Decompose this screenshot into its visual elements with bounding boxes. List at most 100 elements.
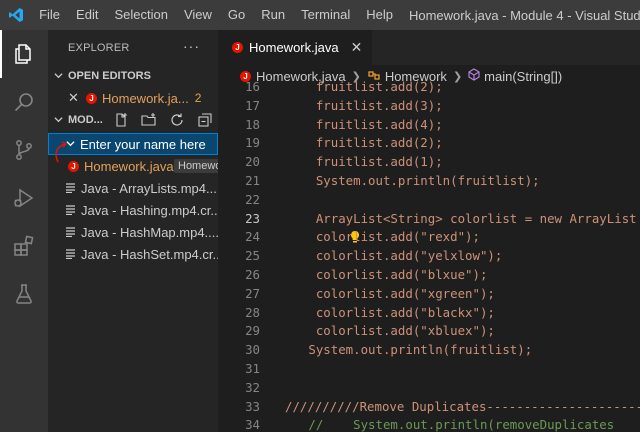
file-name: Java - Hashing.mp4.cr... [81,202,218,218]
menu-file[interactable]: File [31,0,68,30]
explorer-header: EXPLORER ··· [48,30,218,65]
code-line: 29 colorlist.add("xbluex"); [218,322,640,341]
line-number: 22 [245,191,260,207]
file-icon [66,225,75,240]
file-item-hashing[interactable]: Java - Hashing.mp4.cr... [48,199,218,221]
code-line: 21 System.out.println(fruitlist); [218,172,640,191]
testing-icon[interactable] [0,270,48,318]
extensions-icon[interactable] [0,222,48,270]
menu-run[interactable]: Run [253,0,293,30]
line-number: 28 [245,304,260,320]
run-debug-icon[interactable] [0,174,48,222]
open-editor-filename: Homework.ja... [102,90,189,106]
line-number: 16 [245,79,260,94]
file-name: Java - HashMap.mp4.... [81,224,218,240]
line-number: 31 [245,360,260,376]
menu-terminal[interactable]: Terminal [293,0,358,30]
code-line: 34 // System.out.println(removeDuplicate… [218,416,640,432]
open-editors-section-header[interactable]: OPEN EDITORS [48,65,218,87]
line-number: 34 [245,417,260,432]
code-line: 19 fruitlist.add(2); [218,134,640,153]
open-editor-item[interactable]: ✕ J Homework.ja... 2 [48,87,218,109]
tab-homework-java[interactable]: J Homework.java ✕ [218,30,373,65]
code-text: colorlist.add("yelxlow"); [286,248,503,264]
java-file-icon: J [232,42,243,53]
code-text: fruitlist.add(4); [286,116,443,132]
code-text: // System.out.println(removeDuplicates [286,417,615,432]
line-number: 20 [245,154,260,170]
code-text: System.out.println(fruitlist); [286,172,540,188]
refresh-icon[interactable] [168,112,186,128]
source-control-icon[interactable] [0,126,48,174]
open-editors-label: OPEN EDITORS [68,70,151,82]
explorer-icon[interactable] [0,30,48,78]
file-name: Java - ArrayLists.mp4.... [81,180,218,196]
line-number: 18 [245,116,260,132]
code-line: 17 fruitlist.add(3); [218,97,640,116]
menu-edit[interactable]: Edit [68,0,106,30]
code-line: 25 colorlist.add("yelxlow"); [218,247,640,266]
line-number: 26 [245,266,260,282]
line-number: 29 [245,323,260,339]
menu-view[interactable]: View [176,0,220,30]
problem-count-badge: 2 [194,91,202,105]
code-text: colorlist.add("xgreen"); [286,285,495,301]
file-name: Homework.java [84,158,174,174]
editor-tabs: J Homework.java ✕ [218,30,640,65]
module-section-header[interactable]: MOD... [48,109,218,131]
code-line: 20 fruitlist.add(1); [218,153,640,172]
file-icon [66,247,75,262]
code-text: fruitlist.add(3); [286,97,443,113]
chevron-down-icon [54,115,68,126]
code-text: colorlist.add("rexd"); [286,229,480,245]
code-editor[interactable]: 16 fruitlist.add(2); 17 fruitlist.add(3)… [218,79,640,432]
title-bar: File Edit Selection View Go Run Terminal… [0,0,640,30]
file-icon [66,203,75,218]
code-line: 33//////////Remove Duplicates-----------… [218,398,640,417]
menu-help[interactable]: Help [358,0,401,30]
code-text: //////////Remove Duplicates-------------… [285,398,640,414]
menu-go[interactable]: Go [220,0,253,30]
new-folder-icon[interactable] [140,112,158,128]
close-tab-icon[interactable]: ✕ [351,39,363,56]
collapse-all-icon[interactable] [196,112,214,128]
folder-name-input[interactable] [80,136,210,152]
vscode-logo-icon [0,0,31,30]
code-line: 32 [218,379,640,398]
code-text: colorlist.add("xbluex"); [286,323,495,339]
module-label: MOD... [68,114,103,126]
code-line: 16 fruitlist.add(2); [218,78,640,97]
explorer-title: EXPLORER [68,41,130,54]
menu-selection[interactable]: Selection [106,0,175,30]
code-line: 26 colorlist.add("blxue"); [218,266,640,285]
file-item-hashmap[interactable]: Java - HashMap.mp4.... [48,221,218,243]
file-item-hashset[interactable]: Java - HashSet.mp4.cr... [48,243,218,265]
line-number: 27 [245,285,260,301]
code-line: 22 [218,191,640,210]
code-line: 30 System.out.println(fruitlist); [218,341,640,360]
code-text: System.out.println(fruitlist); [286,342,533,358]
new-file-icon[interactable] [112,112,130,128]
code-line: 18 fruitlist.add(4); [218,116,640,135]
search-icon[interactable] [0,78,48,126]
line-number: 30 [245,342,260,358]
close-icon[interactable]: ✕ [68,90,84,106]
line-number: 19 [245,135,260,151]
drag-arrow-icon [55,141,67,163]
java-file-icon: J [86,92,97,104]
chevron-down-icon [54,71,68,82]
line-number: 24 [245,229,260,245]
code-line: 23 ArrayList<String> colorlist = new Arr… [218,210,640,243]
file-item-arraylists[interactable]: Java - ArrayLists.mp4.... [48,177,218,199]
code-text: fruitlist.add(2); [286,79,443,94]
code-line: 24 colorlist.add("rexd"); [218,228,640,247]
file-name: Java - HashSet.mp4.cr... [81,246,218,262]
new-folder-row [48,133,218,155]
line-number: 17 [245,97,260,113]
code-text: fruitlist.add(1); [286,154,443,170]
line-number: 25 [245,248,260,264]
more-actions-icon[interactable]: ··· [183,38,200,54]
